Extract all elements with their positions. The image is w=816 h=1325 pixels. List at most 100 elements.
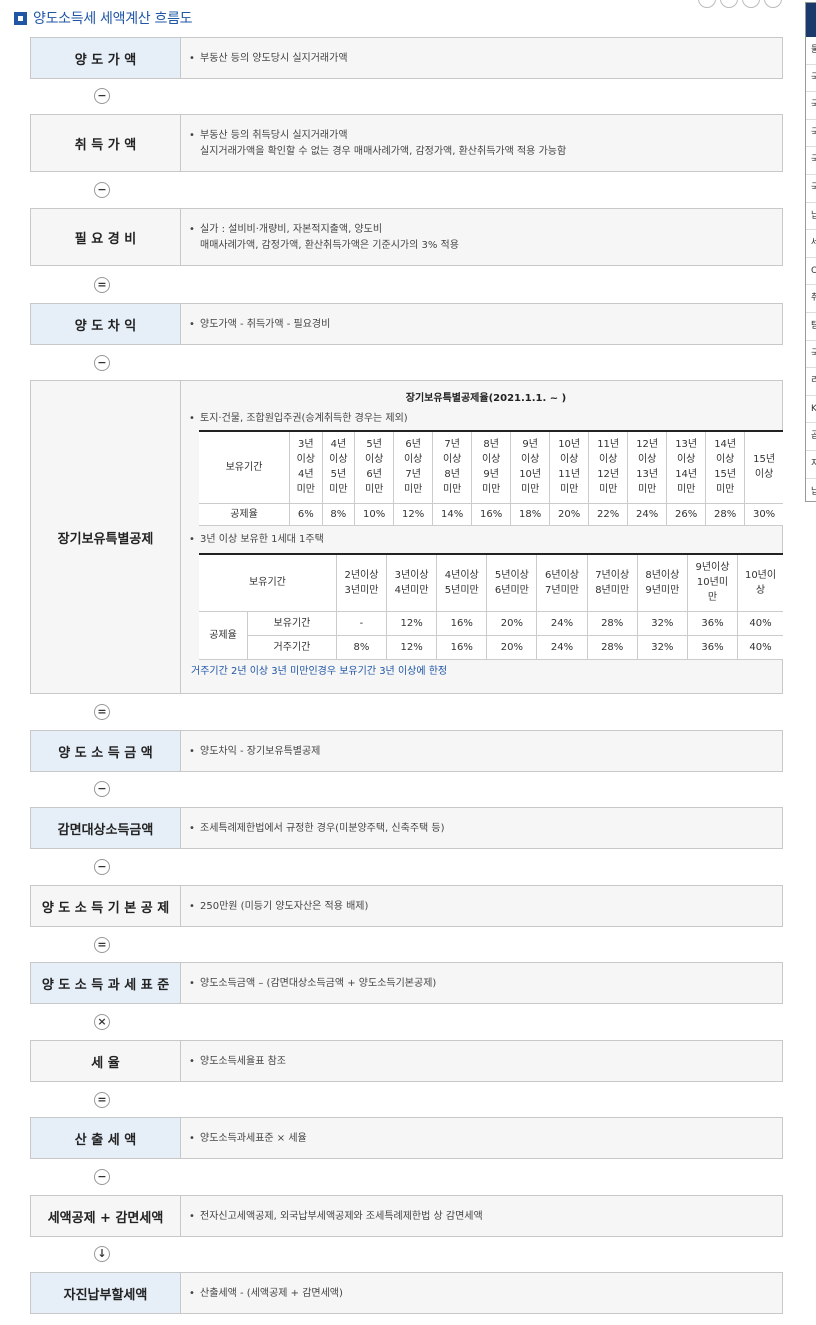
flow-label: 장기보유특별공제 bbox=[31, 381, 181, 693]
holding-period-cell: 8년이상9년미만 bbox=[471, 431, 512, 504]
holding-period-cell: 2년이상 3년미만 bbox=[335, 553, 388, 612]
flow-content: • 양도소득과세표준 × 세율 bbox=[181, 1118, 782, 1158]
top-circle-button[interactable] bbox=[720, 0, 738, 8]
flow-box-tax-credit: 세액공제 + 감면세액 • 전자신고세액공제, 외국납부세액공제와 조세특례제한법… bbox=[30, 1195, 783, 1237]
section-heading: 양도소득세 세액계산 흐름도 bbox=[14, 8, 193, 28]
deduction-rate-cell: 26% bbox=[666, 502, 707, 526]
side-panel-row: K bbox=[806, 396, 816, 424]
holding-rate-cell: - bbox=[335, 611, 388, 636]
holding-rate-cell: 20% bbox=[486, 611, 538, 636]
bullet-icon: • bbox=[189, 319, 195, 330]
side-panel: 물국국국국국납세O취탐국리K곱지납 bbox=[805, 2, 816, 502]
flow-text: 양도가액 - 취득가액 - 필요경비 bbox=[200, 319, 331, 330]
holding-period-cell: 5년이상6년미만 bbox=[486, 553, 538, 612]
flow-label: 자진납부할세액 bbox=[31, 1273, 181, 1313]
holding-period-cell: 11년 이상 12년 미만 bbox=[588, 431, 629, 504]
top-circle-button[interactable] bbox=[698, 0, 716, 8]
flow-box-exempt-income: 감면대상소득금액 • 조세특례제한법에서 규정한 경우(미분양주택, 신축주택 등… bbox=[30, 807, 783, 849]
flow-label: 취 득 가 액 bbox=[31, 115, 181, 171]
flow-subtext: 실지거래가액을 확인할 수 없는 경우 매매사례가액, 감정가액, 환산취득가액… bbox=[200, 146, 567, 157]
holding-period-cell: 15년 이상 bbox=[744, 431, 783, 504]
deduction-table-title: 장기보유특별공제율(2021.1.1. ~ ) bbox=[405, 393, 567, 404]
residence-rate-cell: 16% bbox=[436, 635, 488, 660]
residence-rate-cell: 28% bbox=[586, 635, 638, 660]
holding-rate-cell: 12% bbox=[386, 611, 438, 636]
bullet-icon: • bbox=[189, 130, 195, 141]
holding-period-cell: 13년 이상 14년 미만 bbox=[666, 431, 707, 504]
holding-period-header: 보유기간 bbox=[199, 431, 290, 504]
flow-box-transfer-price: 양 도 가 액 • 부동산 등의 양도당시 실지거래가액 bbox=[30, 37, 783, 79]
top-circle-button[interactable] bbox=[742, 0, 760, 8]
residence-rate-cell: 32% bbox=[636, 635, 688, 660]
residence-rate-cell: 20% bbox=[486, 635, 538, 660]
flow-content: • 250만원 (미등기 양도자산은 적용 배제) bbox=[181, 886, 782, 926]
side-panel-row: 취 bbox=[806, 285, 816, 313]
holding-period-cell: 8년이상9년미만 bbox=[636, 553, 688, 612]
flow-box-capital-gain: 양 도 차 익 • 양도가액 - 취득가액 - 필요경비 bbox=[30, 303, 783, 345]
top-circle-button[interactable] bbox=[764, 0, 782, 8]
holding-period-cell: 12년 이상 13년 미만 bbox=[627, 431, 668, 504]
holding-period-cell: 14년 이상 15년 미만 bbox=[705, 431, 746, 504]
holding-period-cell: 7년이상8년미만 bbox=[432, 431, 473, 504]
holding-period-header: 보유기간 bbox=[199, 553, 337, 612]
residence-rate-cell: 12% bbox=[386, 635, 438, 660]
deduction-rate-cell: 8% bbox=[321, 502, 356, 526]
side-panel-header bbox=[806, 3, 816, 37]
holding-rate-cell: 32% bbox=[636, 611, 688, 636]
side-panel-row: 리 bbox=[806, 368, 816, 396]
flow-label: 양 도 가 액 bbox=[31, 38, 181, 78]
flow-label: 양 도 소 득 금 액 bbox=[31, 731, 181, 771]
side-panel-row: 국 bbox=[806, 175, 816, 203]
deduction-rate-cell: 14% bbox=[432, 502, 473, 526]
flow-content: • 양도소득금액 – (감면대상소득금액 + 양도소득기본공제) bbox=[181, 963, 782, 1003]
minus-operator-icon: − bbox=[94, 182, 110, 198]
deduction-rate-header: 공제율 bbox=[199, 611, 248, 660]
deduction-rate-cell: 6% bbox=[289, 502, 323, 526]
side-panel-row: 국 bbox=[806, 92, 816, 120]
flow-box-basic-deduction: 양 도 소 득 기 본 공 제 • 250만원 (미등기 양도자산은 적용 배제) bbox=[30, 885, 783, 927]
flow-label: 양 도 소 득 기 본 공 제 bbox=[31, 886, 181, 926]
flow-box-acquisition-price: 취 득 가 액 • 부동산 등의 취득당시 실지거래가액 실지거래가액을 확인할 … bbox=[30, 114, 783, 172]
bullet-icon: • bbox=[189, 533, 195, 545]
equals-operator-icon: = bbox=[94, 937, 110, 953]
side-panel-row: 국 bbox=[806, 120, 816, 148]
residence-rate-cell: 8% bbox=[335, 635, 388, 660]
flow-text: 양도차익 - 장기보유특별공제 bbox=[200, 746, 321, 757]
flow-box-necessary-expenses: 필 요 경 비 • 실가 : 설비비·개량비, 자본적지출액, 양도비 매매사례가… bbox=[30, 208, 783, 266]
flow-box-tax-payable: 자진납부할세액 • 산출세액 - (세액공제 + 감면세액) bbox=[30, 1272, 783, 1314]
flow-box-tax-base: 양 도 소 득 과 세 표 준 • 양도소득금액 – (감면대상소득금액 + 양도… bbox=[30, 962, 783, 1004]
top-buttons bbox=[698, 0, 782, 8]
deduction-rate-cell: 22% bbox=[588, 502, 629, 526]
square-bullet-icon bbox=[14, 11, 27, 25]
bullet-icon: • bbox=[189, 1211, 195, 1222]
flow-text: 부동산 등의 양도당시 실지거래가액 bbox=[200, 53, 348, 64]
flow-text: 250만원 (미등기 양도자산은 적용 배제) bbox=[200, 901, 369, 912]
general-deduction-table: 보유기간 3년 이상 4년 미만 4년 이상 5년 미만 5년 이상 6년 미만 6년 이상 7년 미만 7년 이… bbox=[199, 430, 783, 526]
deduction-rate-cell: 30% bbox=[744, 502, 783, 526]
multiply-operator-icon: × bbox=[94, 1014, 110, 1030]
general-caption: 토지·건물, 조합원입주권(승계취득한 경우는 제외) bbox=[200, 413, 408, 424]
flow-box-transfer-income: 양 도 소 득 금 액 • 양도차익 - 장기보유특별공제 bbox=[30, 730, 783, 772]
holding-period-cell: 5년이상6년미만 bbox=[354, 431, 395, 504]
side-panel-row: 국 bbox=[806, 65, 816, 93]
flow-label: 필 요 경 비 bbox=[31, 209, 181, 265]
residence-rate-cell: 36% bbox=[686, 635, 739, 660]
bullet-icon: • bbox=[189, 1288, 195, 1299]
flow-label: 감면대상소득금액 bbox=[31, 808, 181, 848]
holding-period-cell: 10년 이상 11년 미만 bbox=[549, 431, 590, 504]
holding-period-cell: 3년이상4년미만 bbox=[289, 431, 323, 504]
house-deduction-table: 보유기간 2년이상 3년미만 3년이상 4년미만 4년이상 5년미만 5년이상 6년미만 6년이… bbox=[199, 552, 783, 660]
holding-rate-cell: 28% bbox=[586, 611, 638, 636]
holding-period-cell: 9년이상10년미만 bbox=[510, 431, 551, 504]
deduction-rate-header: 공제율 bbox=[199, 502, 290, 526]
deduction-rate-cell: 28% bbox=[705, 502, 746, 526]
section-title: 양도소득세 세액계산 흐름도 bbox=[33, 11, 193, 27]
flow-content: • 양도차익 - 장기보유특별공제 bbox=[181, 731, 782, 771]
residence-rate-cell: 24% bbox=[536, 635, 588, 660]
deduction-rate-cell: 10% bbox=[354, 502, 395, 526]
flow-box-calculated-tax: 산 출 세 액 • 양도소득과세표준 × 세율 bbox=[30, 1117, 783, 1159]
side-panel-row: 지 bbox=[806, 451, 816, 479]
equals-operator-icon: = bbox=[94, 1092, 110, 1108]
holding-period-cell: 10년이 상 bbox=[737, 553, 783, 612]
bullet-icon: • bbox=[189, 1056, 195, 1067]
